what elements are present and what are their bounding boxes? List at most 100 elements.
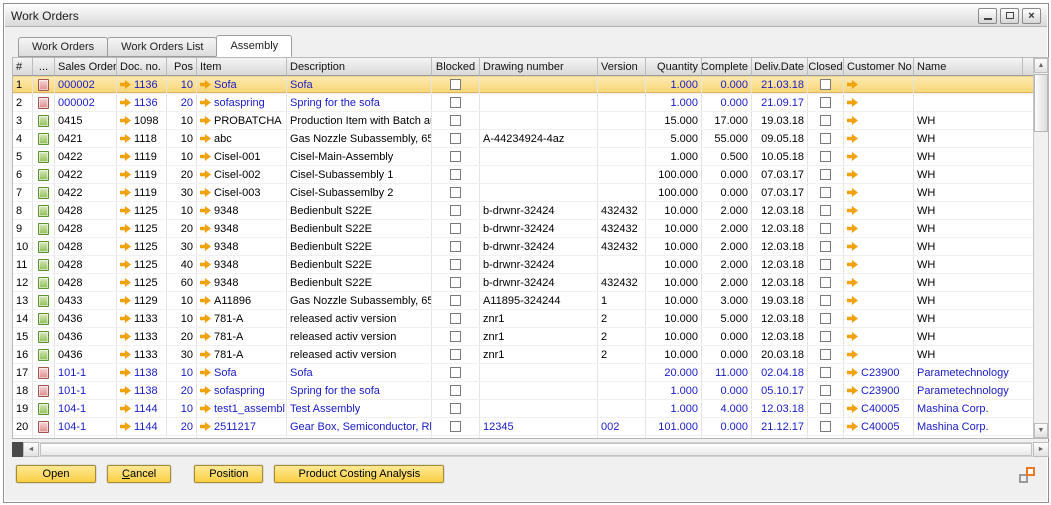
complete-cell[interactable]: 2.000 [702,256,752,273]
drawing-number-cell[interactable] [480,382,598,399]
blocked-checkbox[interactable] [450,223,461,234]
scrollbar-corner-box[interactable] [12,442,23,457]
blocked-checkbox[interactable] [450,241,461,252]
drawing-number-cell[interactable]: znr1 [480,346,598,363]
deliv-date-cell[interactable]: 10.05.18 [752,148,808,165]
blocked-cell[interactable] [432,328,480,345]
column-header-closed[interactable]: Closed [808,58,844,75]
blocked-cell[interactable] [432,436,480,438]
quantity-cell[interactable]: 55.000 [646,436,702,438]
deliv-date-cell[interactable]: 12.03.18 [752,202,808,219]
link-arrow-icon[interactable] [847,116,858,125]
pos-cell[interactable]: 10 [167,112,197,129]
pos-cell[interactable]: 20 [167,94,197,111]
version-cell[interactable] [598,256,646,273]
blocked-cell[interactable] [432,364,480,381]
table-row[interactable]: 211087108710hon-level1honeywell level 15… [13,436,1033,438]
table-row[interactable]: 50422111910Cisel-001Cisel-Main-Assembly1… [13,148,1033,166]
blocked-checkbox[interactable] [450,151,461,162]
name-cell[interactable] [914,76,1023,93]
link-arrow-icon[interactable] [200,332,211,341]
deliv-date-cell[interactable]: 07.03.17 [752,166,808,183]
name-cell[interactable]: WH [914,184,1023,201]
closed-cell[interactable] [808,382,844,399]
item-cell[interactable]: hon-level1 [197,436,287,438]
quantity-cell[interactable]: 10.000 [646,328,702,345]
link-arrow-icon[interactable] [847,170,858,179]
description-cell[interactable]: released activ version [287,346,432,363]
complete-cell[interactable]: 3.000 [702,292,752,309]
description-cell[interactable]: Spring for the sofa [287,382,432,399]
item-cell[interactable]: abc [197,130,287,147]
link-arrow-icon[interactable] [120,98,131,107]
item-cell[interactable]: 2511217 [197,418,287,435]
table-row[interactable]: 17101-1113810SofaSofa20.00011.00002.04.1… [13,364,1033,382]
link-arrow-icon[interactable] [120,350,131,359]
doc-no-cell[interactable]: 1098 [117,112,167,129]
link-arrow-icon[interactable] [120,422,131,431]
customer-no-cell[interactable] [844,238,914,255]
blocked-checkbox[interactable] [450,187,461,198]
closed-cell[interactable] [808,112,844,129]
link-arrow-icon[interactable] [847,224,858,233]
link-arrow-icon[interactable] [120,368,131,377]
closed-checkbox[interactable] [820,79,831,90]
column-header-complete[interactable]: Complete [702,58,752,75]
version-cell[interactable]: 2 [598,328,646,345]
closed-checkbox[interactable] [820,349,831,360]
pos-cell[interactable]: 10 [167,148,197,165]
complete-cell[interactable]: 0.000 [702,94,752,111]
doc-no-cell[interactable]: 1133 [117,328,167,345]
link-arrow-icon[interactable] [200,116,211,125]
column-header-deliv-date[interactable]: Deliv.Date [752,58,808,75]
complete-cell[interactable]: 5.000 [702,310,752,327]
blocked-checkbox[interactable] [450,367,461,378]
closed-cell[interactable] [808,436,844,438]
quantity-cell[interactable]: 1.000 [646,400,702,417]
drawing-number-cell[interactable]: b-drwnr-32424 [480,238,598,255]
link-arrow-icon[interactable] [120,116,131,125]
name-cell[interactable]: WH [914,346,1023,363]
doc-no-cell[interactable]: 1125 [117,238,167,255]
sales-order-cell[interactable]: 0422 [55,184,117,201]
doc-no-cell[interactable]: 1125 [117,202,167,219]
table-row[interactable]: 904281125209348Bedienbult S22Eb-drwnr-32… [13,220,1033,238]
closed-checkbox[interactable] [820,295,831,306]
link-arrow-icon[interactable] [120,152,131,161]
name-cell[interactable]: WH [914,274,1023,291]
description-cell[interactable]: Cisel-Subassemlby 2 [287,184,432,201]
link-arrow-icon[interactable] [200,98,211,107]
drawing-number-cell[interactable] [480,184,598,201]
customer-no-cell[interactable]: C23900 [844,364,914,381]
sales-order-cell[interactable]: 0422 [55,166,117,183]
blocked-checkbox[interactable] [450,277,461,288]
version-cell[interactable] [598,364,646,381]
complete-cell[interactable]: 0.000 [702,382,752,399]
closed-checkbox[interactable] [820,241,831,252]
customer-no-cell[interactable] [844,166,914,183]
customer-no-cell[interactable] [844,310,914,327]
name-cell[interactable]: WH [914,166,1023,183]
version-cell[interactable] [598,94,646,111]
closed-checkbox[interactable] [820,403,831,414]
closed-cell[interactable] [808,130,844,147]
column-header-sales-order[interactable]: Sales Order [55,58,117,75]
customer-no-cell[interactable] [844,112,914,129]
sales-order-cell[interactable]: 0436 [55,310,117,327]
drawing-number-cell[interactable] [480,436,598,438]
link-arrow-icon[interactable] [120,332,131,341]
closed-checkbox[interactable] [820,331,831,342]
link-arrow-icon[interactable] [200,80,211,89]
tab-work-orders-list[interactable]: Work Orders List [107,37,217,57]
item-cell[interactable]: 781-A [197,346,287,363]
table-row[interactable]: 1004281125309348Bedienbult S22Eb-drwnr-3… [13,238,1033,256]
blocked-cell[interactable] [432,184,480,201]
blocked-cell[interactable] [432,274,480,291]
close-button[interactable]: × [1022,8,1041,24]
version-cell[interactable]: 1 [598,292,646,309]
customer-no-cell[interactable] [844,130,914,147]
customer-no-cell[interactable]: C40005 [844,400,914,417]
item-cell[interactable]: Cisel-001 [197,148,287,165]
link-arrow-icon[interactable] [120,260,131,269]
link-arrow-icon[interactable] [120,296,131,305]
